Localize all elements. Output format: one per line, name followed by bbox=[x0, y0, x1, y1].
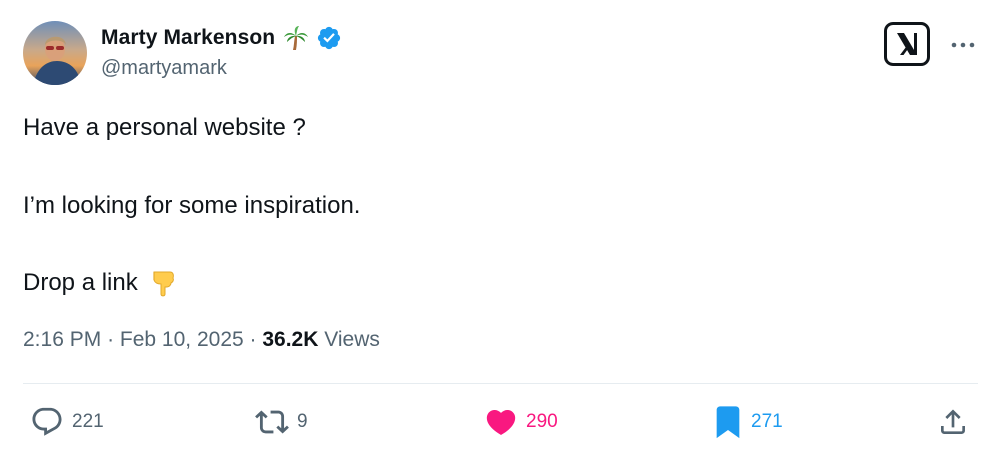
more-horizontal-icon bbox=[951, 42, 975, 48]
more-options-button[interactable] bbox=[948, 30, 978, 60]
views-count: 36.2K bbox=[262, 328, 319, 351]
author-display-name[interactable]: Marty Markenson bbox=[101, 26, 275, 50]
avatar[interactable] bbox=[23, 21, 87, 85]
reply-count: 221 bbox=[72, 411, 104, 432]
meta-separator: · bbox=[249, 328, 257, 351]
tweet-text-line: Drop a link bbox=[23, 269, 138, 296]
like-button[interactable]: 290 bbox=[484, 403, 558, 441]
reply-button[interactable]: 221 bbox=[30, 403, 104, 441]
repost-count: 9 bbox=[297, 411, 308, 432]
bookmark-filled-icon bbox=[716, 406, 740, 439]
heart-filled-icon bbox=[486, 409, 516, 435]
verified-badge-icon[interactable] bbox=[316, 25, 342, 51]
x-logo-button[interactable] bbox=[884, 22, 930, 66]
tweet-time[interactable]: 2:16 PM bbox=[23, 328, 101, 351]
like-count: 290 bbox=[526, 411, 558, 432]
pointing-down-hand-icon bbox=[148, 268, 178, 298]
author-handle[interactable]: @martyamark bbox=[101, 57, 227, 80]
bookmark-button[interactable]: 271 bbox=[713, 403, 783, 441]
tweet-text-line: I’m looking for some inspiration. bbox=[23, 192, 361, 219]
author-name-row[interactable]: Marty Markenson bbox=[101, 24, 342, 52]
share-button[interactable] bbox=[937, 403, 969, 441]
tweet-meta: 2:16 PM · Feb 10, 2025 · 36.2K Views bbox=[23, 328, 380, 352]
avatar-image bbox=[23, 21, 87, 85]
views-label: Views bbox=[324, 328, 380, 351]
bookmark-count: 271 bbox=[751, 411, 783, 432]
x-logo-icon bbox=[897, 33, 917, 55]
repost-button[interactable]: 9 bbox=[255, 403, 308, 441]
tweet-date[interactable]: Feb 10, 2025 bbox=[120, 328, 244, 351]
palm-tree-icon bbox=[283, 25, 309, 51]
tweet-text-line: Have a personal website ? bbox=[23, 114, 306, 141]
tweet-text-line-with-emoji: Drop a link bbox=[23, 268, 178, 298]
repost-icon bbox=[255, 410, 289, 434]
meta-separator: · bbox=[107, 328, 115, 351]
reply-icon bbox=[32, 407, 62, 436]
share-icon bbox=[941, 409, 965, 434]
divider bbox=[23, 383, 978, 384]
